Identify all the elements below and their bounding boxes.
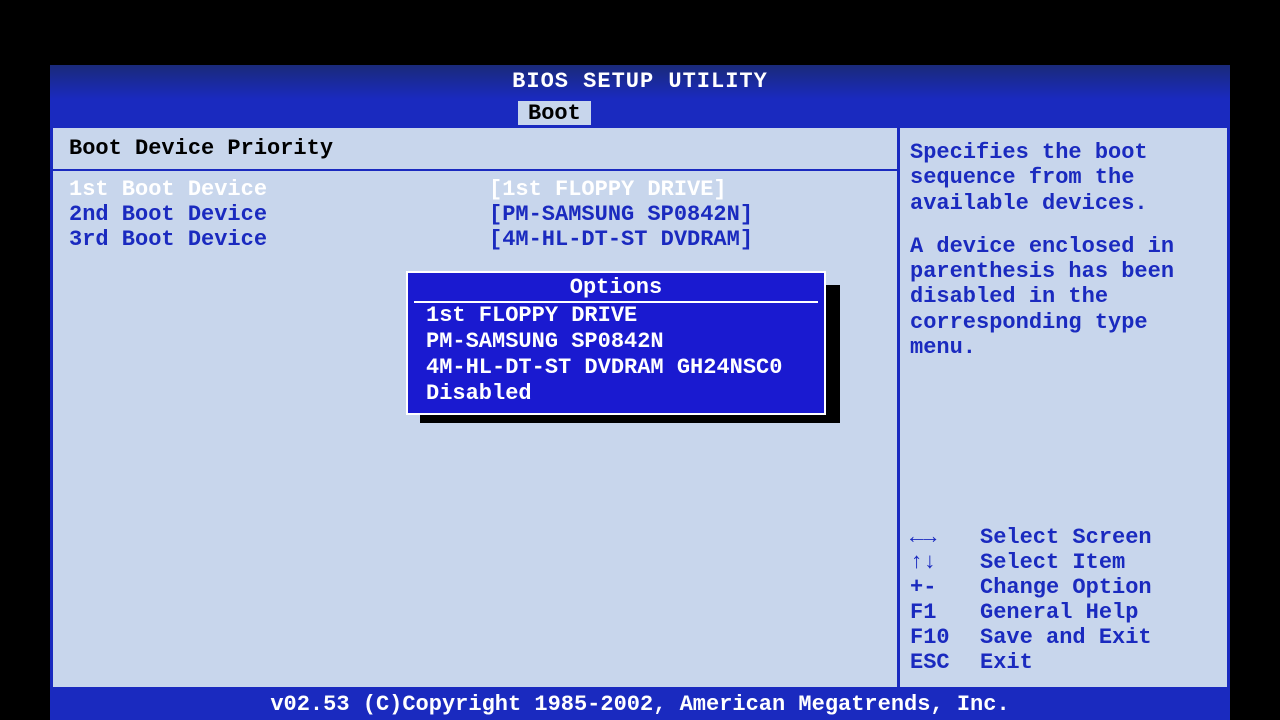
divider bbox=[53, 169, 897, 171]
popup-item-samsung[interactable]: PM-SAMSUNG SP0842N bbox=[414, 329, 818, 355]
footer-text: v02.53 (C)Copyright 1985-2002, American … bbox=[270, 692, 1009, 717]
key-arrows-lr: ←→ bbox=[910, 525, 980, 550]
key-f10: F10 bbox=[910, 625, 980, 650]
key-arrows-ud: ↑↓ bbox=[910, 550, 980, 575]
help-text-1: Specifies the boot sequence from the ava… bbox=[910, 140, 1217, 216]
tab-strip: Boot bbox=[50, 99, 1230, 125]
boot-row-label: 2nd Boot Device bbox=[69, 202, 489, 227]
bios-screen: BIOS SETUP UTILITY Boot Boot Device Prio… bbox=[50, 65, 1230, 720]
options-popup: Options 1st FLOPPY DRIVE PM-SAMSUNG SP08… bbox=[406, 271, 826, 415]
footer-bar: v02.53 (C)Copyright 1985-2002, American … bbox=[50, 690, 1230, 720]
boot-row-label: 1st Boot Device bbox=[69, 177, 489, 202]
boot-row-label: 3rd Boot Device bbox=[69, 227, 489, 252]
section-title: Boot Device Priority bbox=[69, 136, 881, 161]
key-desc: Save and Exit bbox=[980, 625, 1152, 650]
key-f1: F1 bbox=[910, 600, 980, 625]
app-title: BIOS SETUP UTILITY bbox=[512, 69, 768, 94]
popup-title: Options bbox=[408, 275, 824, 301]
key-desc: Select Screen bbox=[980, 525, 1152, 550]
boot-row-value: [PM-SAMSUNG SP0842N] bbox=[489, 202, 881, 227]
boot-row-1[interactable]: 1st Boot Device [1st FLOPPY DRIVE] bbox=[69, 177, 881, 202]
help-pane: Specifies the boot sequence from the ava… bbox=[900, 125, 1230, 690]
key-plusminus: +- bbox=[910, 575, 980, 600]
key-legend: ←→Select Screen ↑↓Select Item +-Change O… bbox=[910, 525, 1217, 675]
key-esc: ESC bbox=[910, 650, 980, 675]
boot-row-3[interactable]: 3rd Boot Device [4M-HL-DT-ST DVDRAM] bbox=[69, 227, 881, 252]
popup-item-floppy[interactable]: 1st FLOPPY DRIVE bbox=[414, 303, 818, 329]
tab-boot[interactable]: Boot bbox=[516, 99, 593, 125]
key-desc: Select Item bbox=[980, 550, 1125, 575]
boot-row-2[interactable]: 2nd Boot Device [PM-SAMSUNG SP0842N] bbox=[69, 202, 881, 227]
boot-row-value: [4M-HL-DT-ST DVDRAM] bbox=[489, 227, 881, 252]
popup-item-disabled[interactable]: Disabled bbox=[414, 381, 818, 407]
key-desc: Change Option bbox=[980, 575, 1152, 600]
boot-row-value: [1st FLOPPY DRIVE] bbox=[489, 177, 881, 202]
key-desc: Exit bbox=[980, 650, 1033, 675]
popup-item-dvdram[interactable]: 4M-HL-DT-ST DVDRAM GH24NSC0 bbox=[414, 355, 818, 381]
key-desc: General Help bbox=[980, 600, 1138, 625]
help-text-2: A device enclosed in parenthesis has bee… bbox=[910, 234, 1217, 360]
title-bar: BIOS SETUP UTILITY bbox=[50, 65, 1230, 99]
